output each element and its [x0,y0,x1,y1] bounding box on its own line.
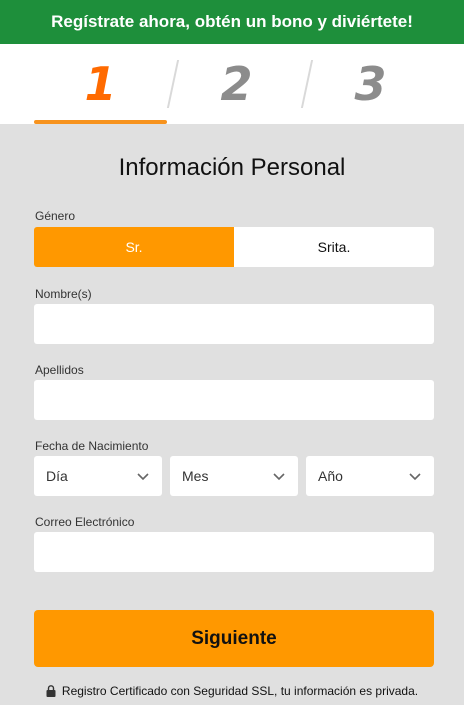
active-step-underline [34,120,167,124]
promo-banner: Regístrate ahora, obtén un bono y diviér… [0,0,464,44]
promo-banner-text: Regístrate ahora, obtén un bono y diviér… [51,12,413,31]
chevron-down-icon [409,473,421,481]
last-name-input[interactable] [34,380,434,420]
step-3: 3 [354,57,387,111]
step-indicator: 1 2 3 [0,44,464,124]
gender-toggle: Sr. Srita. [34,227,434,267]
email-label: Correo Electrónico [35,515,135,529]
birth-year-value: Año [318,468,343,484]
first-name-label: Nombre(s) [35,287,92,301]
birth-year-select[interactable]: Año [306,456,434,496]
email-input[interactable] [34,532,434,572]
ssl-notice: Registro Certificado con Seguridad SSL, … [0,684,464,698]
step-1: 1 [84,57,117,111]
birth-month-select[interactable]: Mes [170,456,298,496]
first-name-input[interactable] [34,304,434,344]
chevron-down-icon [137,473,149,481]
step-2: 2 [220,57,253,111]
birth-day-select[interactable]: Día [34,456,162,496]
birth-day-value: Día [46,468,68,484]
gender-label: Género [35,209,76,223]
gender-option-srita[interactable]: Srita. [234,227,434,267]
last-name-label: Apellidos [35,363,84,377]
birth-month-value: Mes [182,468,209,484]
gender-option-sr[interactable]: Sr. [34,227,234,267]
lock-icon [46,685,56,697]
chevron-down-icon [273,473,285,481]
next-button[interactable]: Siguiente [34,610,434,667]
birth-date-label: Fecha de Nacimiento [35,439,149,453]
form-title: Información Personal [118,154,346,181]
ssl-notice-text: Registro Certificado con Seguridad SSL, … [61,684,419,698]
